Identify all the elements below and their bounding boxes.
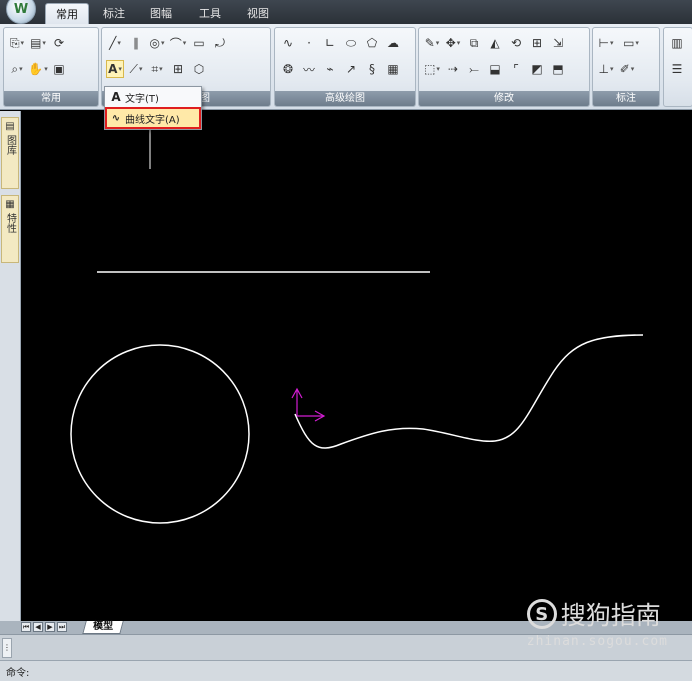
logo-icon: W [13, 1, 29, 17]
array-icon[interactable]: ⊞ [528, 34, 546, 52]
command-prompt: 命令: [6, 668, 30, 679]
menu-bar: W 常用 标注 图幅 工具 视图 [0, 0, 692, 24]
menu-item-curve-text[interactable]: ∿ 曲线文字(A) [105, 107, 201, 129]
arc-icon[interactable]: ⌒ [169, 34, 187, 52]
spline-icon[interactable]: ∿ [279, 34, 297, 52]
angle-icon[interactable]: ∟ [321, 34, 339, 52]
explode-icon[interactable]: ⬒ [549, 60, 567, 78]
parallel-line-icon[interactable]: ∥ [127, 34, 145, 52]
move-icon[interactable]: ✥ [444, 34, 462, 52]
paste-icon[interactable]: ▤ [29, 34, 47, 52]
copy-icon[interactable]: ⎘ [8, 34, 26, 52]
menu-item-text[interactable]: A 文字(T) [107, 88, 199, 106]
dim-style-icon[interactable]: ▭ [618, 34, 644, 52]
curve-text-icon: ∿ [111, 112, 121, 124]
library-icon: ▤ [5, 121, 15, 132]
ellipse-icon[interactable]: ⬭ [342, 34, 360, 52]
polyline-icon[interactable]: ⤾ [211, 34, 229, 52]
tab-model[interactable]: 模型 [82, 621, 124, 634]
chamfer-icon[interactable]: ◩ [528, 60, 546, 78]
copy-object-icon[interactable]: ⧉ [465, 34, 483, 52]
menu-item-label: 文字(T) [125, 93, 159, 105]
tab-tools[interactable]: 工具 [189, 3, 231, 24]
menu-lines-icon[interactable]: ☰ [668, 60, 686, 78]
zoom-icon[interactable]: ⌕ [8, 60, 26, 78]
menu-item-label: 曲线文字(A) [125, 114, 180, 126]
palette-tab-library[interactable]: ▤ 图库 [1, 117, 19, 189]
curve-icon[interactable]: § [363, 60, 381, 78]
trim-icon[interactable]: ⬚ [423, 60, 441, 78]
panel-title-modify: 修改 [419, 91, 589, 106]
panel-title-advanced-draw: 高级绘图 [275, 91, 415, 106]
command-line[interactable]: 命令: [0, 660, 692, 681]
extend-icon[interactable]: ⇢ [444, 60, 462, 78]
panel-modify: ✎ ✥ ⧉ ◭ ⟲ ⊞ ⇲ ⬚ ⇢ ⤚ ⬓ ⌜ ◩ ⬒ 修改 [418, 27, 590, 107]
circle-entity[interactable] [70, 344, 250, 524]
text-tool-icon[interactable]: A [106, 60, 124, 78]
wave-icon[interactable]: 〰 [300, 60, 318, 78]
rectangle-icon[interactable]: ▭ [190, 34, 208, 52]
cloud-icon[interactable]: ☁ [384, 34, 402, 52]
break-icon[interactable]: ⤚ [465, 60, 483, 78]
mirror-icon[interactable]: ◭ [486, 34, 504, 52]
watermark: S 搜狗指南 zhinan.sogou.com [526, 596, 668, 649]
properties-icon: ▦ [5, 199, 15, 210]
refresh-icon[interactable]: ⟳ [50, 34, 68, 52]
panel-common: ⎘ ▤ ⟳ ⌕ ✋ ▣ 常用 [3, 27, 99, 107]
break-line-icon[interactable]: ⌁ [321, 60, 339, 78]
panel-annotate: ⊢ ▭ ⊥ ✐ 标注 [592, 27, 660, 107]
tab-view[interactable]: 视图 [237, 3, 279, 24]
rotate-icon[interactable]: ⟲ [507, 34, 525, 52]
panel-advanced-draw: ∿ · ∟ ⬭ ⬠ ☁ ❂ 〰 ⌁ ↗ § ▦ 高级绘图 [274, 27, 416, 107]
first-tab-icon[interactable]: ⏮ [21, 622, 31, 632]
watermark-brand: 搜狗指南 [560, 601, 661, 630]
spline-curve[interactable] [294, 334, 644, 449]
circle-icon[interactable]: ◎ [148, 34, 166, 52]
linear-dim-icon[interactable]: ⊢ [597, 34, 615, 52]
panel-extra: ▥ ☰ [663, 27, 692, 107]
tab-frame[interactable]: 图幅 [140, 3, 182, 24]
palette-tab-properties[interactable]: ▦ 特性 [1, 195, 19, 263]
next-tab-icon[interactable]: ▶ [45, 622, 55, 632]
pan-icon[interactable]: ✋ [28, 60, 47, 78]
palette-tab-label: 特性 [4, 213, 16, 233]
hatch-icon[interactable]: ⌗ [148, 60, 166, 78]
palette-tab-label: 图库 [4, 135, 16, 155]
tab-annotate[interactable]: 标注 [93, 3, 135, 24]
last-tab-icon[interactable]: ⏭ [57, 622, 67, 632]
app-logo[interactable]: W [6, 0, 36, 24]
edit-dim-icon[interactable]: ✐ [618, 60, 636, 78]
scale-icon[interactable]: ⇲ [549, 34, 567, 52]
text-icon: A [111, 90, 121, 104]
ucs-icon [291, 387, 326, 422]
tab-common[interactable]: 常用 [45, 3, 89, 24]
prev-tab-icon[interactable]: ◀ [33, 622, 43, 632]
helix-icon[interactable]: ❂ [279, 60, 297, 78]
side-palette: ▤ 图库 ▦ 特性 [0, 111, 21, 634]
dimension-icon[interactable]: ⟋ [127, 60, 145, 78]
panel-title-common: 常用 [4, 91, 98, 106]
block-icon[interactable]: ⊞ [169, 60, 187, 78]
polygon-icon[interactable]: ⬠ [363, 34, 381, 52]
ordinate-dim-icon[interactable]: ⊥ [597, 60, 615, 78]
stretch-icon[interactable]: ⬓ [486, 60, 504, 78]
panel-title-annotate: 标注 [593, 91, 659, 106]
text-style-icon[interactable]: ▥ [668, 34, 686, 52]
line-icon[interactable]: ╱ [106, 34, 124, 52]
drawing-svg [70, 111, 644, 524]
erase-icon[interactable]: ✎ [423, 34, 441, 52]
text-tool-dropdown: A 文字(T) ∿ 曲线文字(A) [104, 86, 202, 130]
drawing-canvas[interactable] [21, 111, 692, 621]
region-icon[interactable]: ⬡ [190, 60, 208, 78]
arrow-icon[interactable]: ↗ [342, 60, 360, 78]
sogou-logo-icon: S [526, 599, 557, 629]
grip-icon[interactable]: ⋮ [2, 638, 12, 658]
table-icon[interactable]: ▦ [384, 60, 402, 78]
fillet-icon[interactable]: ⌜ [507, 60, 525, 78]
watermark-url: zhinan.sogou.com [526, 634, 668, 649]
point-icon[interactable]: · [300, 34, 318, 52]
layer-icon[interactable]: ▣ [50, 60, 68, 78]
